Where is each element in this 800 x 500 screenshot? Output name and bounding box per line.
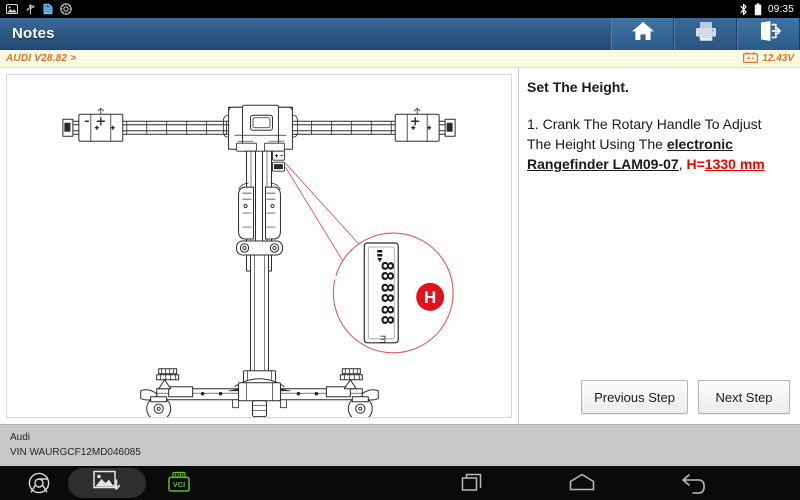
home-button[interactable] xyxy=(611,17,674,50)
screenshot-capture-icon xyxy=(92,469,122,498)
chrome-icon[interactable] xyxy=(28,472,50,494)
vehicle-make: Audi xyxy=(10,432,31,443)
diagram-frame: 88 88 88 m H xyxy=(6,74,512,418)
screenshot-capture-button[interactable] xyxy=(68,468,146,498)
headlight-aimer-stand-illustration: 88 88 88 m H xyxy=(62,104,456,417)
voltage-value: 12.43V xyxy=(762,53,794,64)
diagram-pane: 88 88 88 m H xyxy=(0,68,519,424)
android-nav-bar: VCI xyxy=(0,466,800,500)
svg-text:88: 88 xyxy=(377,283,397,303)
status-bar-left-icons xyxy=(6,3,72,15)
sd-card-icon xyxy=(43,3,53,15)
exit-button[interactable] xyxy=(737,17,800,50)
vehicle-vin: VIN WAURGCF12MD046085 xyxy=(10,447,141,458)
screenshot-icon xyxy=(6,3,18,15)
page-title: Notes xyxy=(12,25,55,42)
callout-badge-label: H xyxy=(424,288,436,307)
previous-step-button[interactable]: Previous Step xyxy=(581,380,688,414)
instruction-pane: Set The Height. 1. Crank The Rotary Hand… xyxy=(519,68,800,424)
next-step-button[interactable]: Next Step xyxy=(698,380,790,414)
voltage-indicator: 12.43V xyxy=(743,50,794,68)
svg-text:m: m xyxy=(377,335,387,344)
bluetooth-icon xyxy=(739,3,748,16)
detail-callout: 88 88 88 m H xyxy=(285,162,454,354)
measure-prefix: H= xyxy=(686,156,705,172)
step-number: 1. xyxy=(527,116,539,132)
status-bar-clock: 09:35 xyxy=(767,3,794,15)
battery-voltage-icon xyxy=(743,50,759,68)
printer-icon xyxy=(693,19,719,48)
nav-bar-left: VCI xyxy=(0,468,194,498)
recents-icon[interactable] xyxy=(460,472,484,494)
instruction-body: 1. Crank The Rotary Handle To Adjust The… xyxy=(527,114,786,174)
title-bar-actions xyxy=(611,17,800,50)
breadcrumb-bar: AUDI V28.82 > 12.43V xyxy=(0,50,800,68)
instruction-heading: Set The Height. xyxy=(527,79,629,95)
print-button[interactable] xyxy=(674,17,737,50)
svg-text:88: 88 xyxy=(377,261,397,281)
status-bar-right: 09:35 xyxy=(739,2,794,16)
home-icon xyxy=(630,19,656,48)
nav-bar-right xyxy=(460,472,800,494)
measure-value: 1330 mm xyxy=(704,156,765,172)
breadcrumb[interactable]: AUDI V28.82 > xyxy=(6,53,76,64)
exit-icon xyxy=(756,19,782,48)
home-icon[interactable] xyxy=(568,472,596,494)
settings-icon xyxy=(60,3,72,15)
app-title-bar: Notes xyxy=(0,17,800,50)
android-status-bar: 09:35 xyxy=(0,0,800,18)
usb-icon xyxy=(25,3,36,15)
vehicle-info-bar: Audi VIN WAURGCF12MD046085 xyxy=(0,424,800,466)
vci-label: VCI xyxy=(173,480,186,489)
step-navigation: Previous Step Next Step xyxy=(581,380,790,414)
main-content: 88 88 88 m H Set The Height. 1. Crank Th… xyxy=(0,68,800,424)
battery-icon xyxy=(754,2,762,16)
svg-text:88: 88 xyxy=(377,305,397,325)
vci-status-icon[interactable]: VCI xyxy=(164,471,194,495)
back-icon[interactable] xyxy=(680,472,708,494)
app-root: 09:35 Notes AUDI V28.82 > 12.43V 88 88 8… xyxy=(0,0,800,500)
